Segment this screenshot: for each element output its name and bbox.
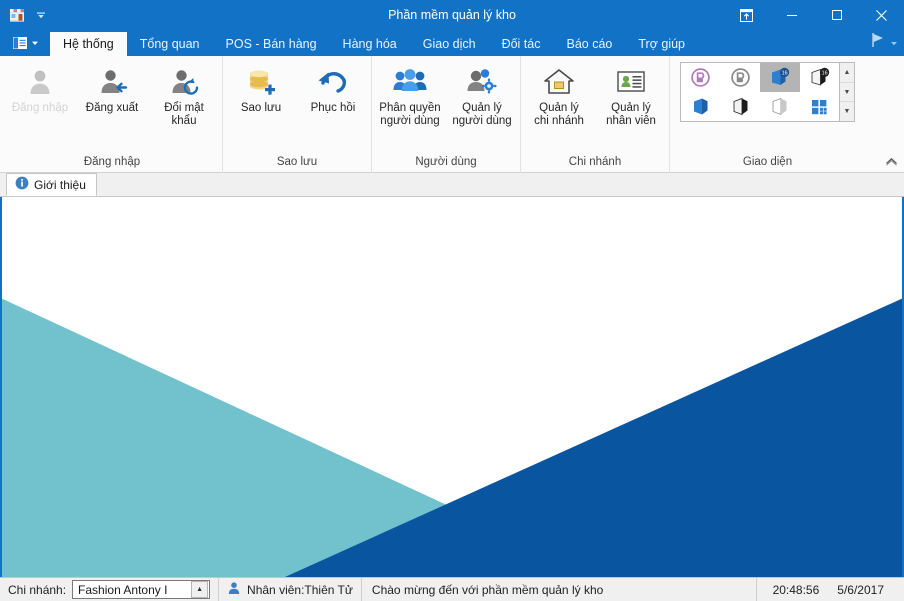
theme-office-2013-white-icon[interactable] — [760, 92, 800, 121]
svg-text:16: 16 — [782, 71, 788, 77]
branch-selector-cell: Chi nhánh: Fashion Antony I ▲ — [0, 577, 220, 601]
ribbon-group-label-dang-nhap: Đăng nhập — [83, 156, 141, 168]
clock-cell: 20:48:56 5/6/2017 — [755, 577, 904, 601]
shop-icon[interactable] — [6, 4, 28, 26]
ribbon-group-label-nguoi-dung: Người dùng — [415, 156, 477, 168]
splash-graphic — [2, 197, 902, 577]
branch-combobox[interactable]: Fashion Antony I ▲ — [72, 580, 211, 599]
theme-office-2013-black-icon[interactable] — [721, 92, 761, 121]
tabstrip-overflow-icon[interactable] — [890, 34, 898, 52]
quan-ly-nhan-vien-label: Quản lý nhân viên — [606, 102, 656, 127]
quan-ly-nhan-vien-button[interactable]: Quản lý nhân viên — [595, 61, 667, 135]
ribbon-group-chi-nhanh: Quản lý chi nhánh Quản lý nhân viên Chi … — [521, 56, 670, 173]
quan-ly-chi-nhanh-label: Quản lý chi nhánh — [534, 102, 584, 127]
employee-label: Nhân viên:Thiên Tử — [247, 582, 353, 597]
ribbon-tab-strip: Hệ thống Tổng quan POS - Bán hàng Hàng h… — [0, 30, 904, 56]
close-icon[interactable] — [859, 0, 904, 30]
chevron-up-icon[interactable] — [882, 152, 900, 170]
tab-pos-ban-hang[interactable]: POS - Bán hàng — [213, 32, 330, 56]
scroll-down-icon[interactable]: ▼ — [840, 83, 854, 103]
theme-gallery-scrollbar[interactable]: ▲ ▼ ▼ — [840, 62, 855, 122]
status-time: 20:48:56 — [772, 582, 820, 597]
dang-xuat-button[interactable]: Đăng xuất — [76, 61, 148, 135]
branch-label: Chi nhánh: — [8, 582, 67, 597]
svg-text:16: 16 — [821, 71, 827, 77]
phan-quyen-nguoi-dung-button[interactable]: Phân quyền người dùng — [374, 61, 446, 135]
theme-office-2016-black-icon[interactable]: 16 — [800, 63, 840, 92]
ribbon-group-dang-nhap: Đăng nhập Đăng xuất Đổi mật khẩu Đăng nh… — [2, 56, 223, 173]
title-bar: Phần mềm quản lý kho — [0, 0, 904, 30]
theme-office-purple-icon[interactable] — [681, 63, 721, 92]
user-icon — [227, 581, 241, 598]
employee-card-icon — [615, 65, 647, 99]
welcome-message-cell: Chào mừng đến với phần mềm quản lý kho — [362, 578, 611, 601]
document-tab-bar: Giới thiệu — [0, 173, 904, 197]
phuc-hoi-label: Phục hồi — [310, 102, 356, 114]
status-bar: Chi nhánh: Fashion Antony I ▲ Nhân viên:… — [0, 577, 904, 601]
play-flag-icon[interactable] — [869, 31, 887, 54]
chevron-down-icon[interactable] — [30, 4, 52, 26]
user-logout-icon — [96, 65, 128, 99]
welcome-message: Chào mừng đến với phần mềm quản lý kho — [371, 582, 604, 597]
ribbon-group-label-giao-dien: Giao diện — [742, 156, 793, 168]
tab-giao-dich[interactable]: Giao dịch — [410, 32, 489, 56]
phan-quyen-nguoi-dung-label: Phân quyền người dùng — [379, 102, 441, 127]
theme-office-2013-blue-icon[interactable] — [681, 92, 721, 121]
doctab-gioi-thieu[interactable]: Giới thiệu — [6, 173, 97, 196]
window-controls — [724, 0, 904, 30]
minimize-icon[interactable] — [769, 0, 814, 30]
tab-doi-tac[interactable]: Đối tác — [489, 32, 554, 56]
quan-ly-nguoi-dung-label: Quản lý người dùng — [452, 102, 512, 127]
chevron-up-icon[interactable]: ▲ — [191, 581, 209, 598]
status-date: 5/6/2017 — [837, 582, 884, 597]
application-window: Phần mềm quản lý kho Hệ thống Tổng quan … — [0, 0, 904, 601]
tab-hang-hoa[interactable]: Hàng hóa — [330, 32, 410, 56]
phuc-hoi-button[interactable]: Phục hồi — [297, 61, 369, 135]
ribbon-group-label-chi-nhanh: Chi nhánh — [568, 156, 622, 168]
user-settings-icon — [465, 65, 499, 99]
scroll-up-icon[interactable]: ▲ — [840, 63, 854, 83]
tab-tong-quan[interactable]: Tổng quan — [127, 32, 213, 56]
scroll-more-icon[interactable]: ▼ — [840, 102, 854, 121]
branch-value: Fashion Antony I — [78, 582, 168, 597]
theme-office-grey-icon[interactable] — [721, 63, 761, 92]
ribbon-group-label-sao-luu: Sao lưu — [276, 156, 318, 168]
database-add-icon — [245, 65, 277, 99]
layout-menu-icon[interactable] — [10, 31, 42, 55]
tab-he-thong[interactable]: Hệ thống — [50, 32, 127, 56]
doctab-label: Giới thiệu — [34, 177, 86, 192]
quick-access-toolbar — [0, 4, 52, 26]
dang-xuat-label: Đăng xuất — [85, 102, 139, 114]
theme-gallery[interactable]: 16 16 — [680, 62, 840, 122]
home-branch-icon — [543, 65, 575, 99]
ribbon-display-options-icon[interactable] — [724, 0, 769, 30]
user-group-icon — [393, 65, 427, 99]
dang-nhap-button[interactable]: Đăng nhập — [4, 61, 76, 135]
restore-undo-icon — [317, 65, 349, 99]
doi-mat-khau-button[interactable]: Đổi mật khẩu — [148, 61, 220, 135]
maximize-icon[interactable] — [814, 0, 859, 30]
quan-ly-nguoi-dung-button[interactable]: Quản lý người dùng — [446, 61, 518, 135]
sao-luu-label: Sao lưu — [240, 102, 282, 114]
doi-mat-khau-label: Đổi mật khẩu — [164, 102, 204, 127]
ribbon-group-giao-dien: 16 16 ▲ ▼ ▼ Giao diện — [670, 56, 857, 173]
employee-cell: Nhân viên:Thiên Tử — [219, 577, 362, 601]
ribbon: Đăng nhập Đăng xuất Đổi mật khẩu Đăng nh… — [0, 56, 904, 173]
ribbon-group-sao-luu: Sao lưu Phục hồi Sao lưu — [223, 56, 372, 173]
theme-office-2016-blue-icon[interactable]: 16 — [760, 63, 800, 92]
tabstrip-right-controls — [869, 31, 904, 54]
user-login-icon — [24, 65, 56, 99]
sao-luu-button[interactable]: Sao lưu — [225, 61, 297, 135]
quan-ly-chi-nhanh-button[interactable]: Quản lý chi nhánh — [523, 61, 595, 135]
theme-metro-tiles-icon[interactable] — [800, 92, 840, 121]
tab-bao-cao[interactable]: Báo cáo — [553, 32, 625, 56]
content-area — [0, 197, 904, 577]
tab-tro-giup[interactable]: Trợ giúp — [625, 32, 698, 56]
ribbon-group-nguoi-dung: Phân quyền người dùng Quản lý người dùng… — [372, 56, 521, 173]
user-password-reset-icon — [168, 65, 200, 99]
dang-nhap-label: Đăng nhập — [11, 102, 69, 114]
info-icon — [15, 176, 29, 193]
